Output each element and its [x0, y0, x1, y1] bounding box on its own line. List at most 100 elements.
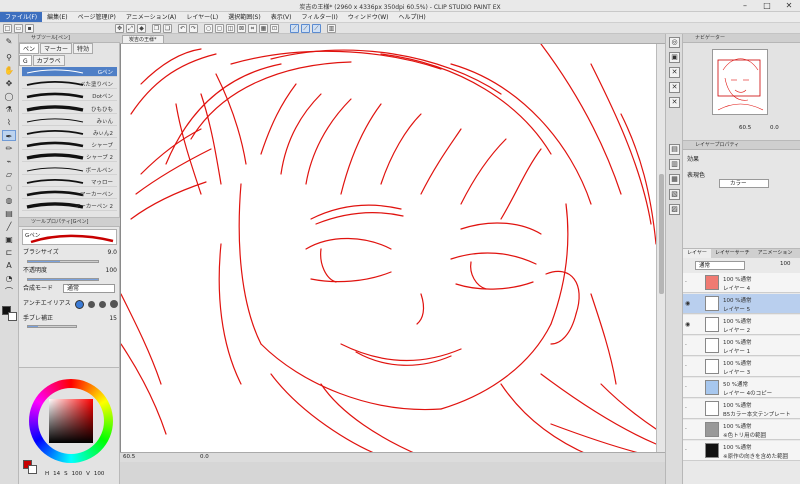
- brush-item[interactable]: シャープ 2: [22, 152, 117, 163]
- tab-g[interactable]: G: [19, 55, 32, 66]
- stabilization-slider[interactable]: [27, 325, 77, 328]
- visibility-eye-icon[interactable]: ·: [685, 448, 691, 454]
- layer-row[interactable]: ◉ 100 %通常 レイヤー 2: [683, 315, 800, 335]
- navigator-angle[interactable]: 0.0: [770, 125, 779, 131]
- tab-layer[interactable]: レイヤー: [683, 249, 711, 258]
- sub-color-swatch[interactable]: [8, 312, 17, 321]
- brush-item[interactable]: Dotペン: [22, 91, 117, 102]
- saturation-value-square[interactable]: [49, 399, 93, 443]
- menu-selection[interactable]: 選択範囲(S): [223, 12, 266, 22]
- aa-strong-option[interactable]: [110, 300, 118, 308]
- blend-select[interactable]: 通常: [63, 284, 115, 293]
- visibility-eye-icon[interactable]: ·: [685, 427, 691, 433]
- layer-row[interactable]: · 100 %通常 レイヤー 1: [683, 336, 800, 356]
- new-file-icon[interactable]: □: [3, 24, 12, 33]
- brush-item[interactable]: Gペン: [22, 67, 117, 77]
- frame-tool-icon[interactable]: ▣: [2, 234, 16, 245]
- lasso-icon[interactable]: ○: [204, 24, 213, 33]
- brush-size-value[interactable]: 9.0: [107, 248, 117, 258]
- selection-icon[interactable]: ▢: [215, 24, 224, 33]
- opacity-value[interactable]: 100: [106, 266, 117, 276]
- visibility-eye-icon[interactable]: ·: [685, 406, 691, 412]
- grid-icon[interactable]: ▦: [259, 24, 268, 33]
- stabilization-value[interactable]: 15: [109, 314, 117, 324]
- brush-item[interactable]: マゥロー: [22, 177, 117, 187]
- menu-animation[interactable]: アニメーション(A): [121, 12, 182, 22]
- brush-item[interactable]: マーカーペン 2: [22, 201, 117, 212]
- visibility-eye-icon[interactable]: ·: [685, 280, 691, 286]
- visibility-eye-icon[interactable]: ·: [685, 385, 691, 391]
- menu-window[interactable]: ウィンドウ(W): [343, 12, 394, 22]
- brush-item[interactable]: ボールペン: [22, 165, 117, 175]
- document-tab[interactable]: 炭吉の王様*: [122, 35, 164, 44]
- layer-blend-select[interactable]: 通常: [695, 261, 745, 270]
- pen-tool-icon[interactable]: ✒: [2, 130, 16, 141]
- move-icon[interactable]: ✥: [115, 24, 124, 33]
- zoom-tool-icon[interactable]: ⚲: [2, 52, 16, 63]
- layer-row[interactable]: · 100 %通常 ※原作の向きを含めた範囲: [683, 441, 800, 461]
- correct-line-tool-icon[interactable]: ⌒: [2, 286, 16, 297]
- open-file-icon[interactable]: ▭: [14, 24, 23, 33]
- history-icon[interactable]: ▦: [669, 174, 680, 185]
- material-icon[interactable]: ✕: [669, 67, 680, 78]
- balloon-tool-icon[interactable]: ◔: [2, 273, 16, 284]
- visibility-eye-icon[interactable]: ·: [685, 343, 691, 349]
- pen-tool-tab-icon[interactable]: ✎: [2, 36, 16, 47]
- layer-row[interactable]: · 100 %通常 レイヤー 3: [683, 357, 800, 377]
- material2-icon[interactable]: ✕: [669, 82, 680, 93]
- menu-view[interactable]: 表示(V): [266, 12, 297, 22]
- sub-color-chip[interactable]: [28, 465, 37, 474]
- aa-weak-option[interactable]: [88, 301, 95, 308]
- navigator-icon[interactable]: ◎: [669, 37, 680, 48]
- tab-marker[interactable]: マーカー: [40, 43, 73, 54]
- brush-item[interactable]: ひもひも: [22, 104, 117, 114]
- eyedropper-tool-icon[interactable]: ⚗: [2, 104, 16, 115]
- save-icon[interactable]: ▪: [25, 24, 34, 33]
- visibility-eye-icon[interactable]: ·: [685, 364, 691, 370]
- brush-item[interactable]: みぃん2: [22, 128, 117, 138]
- ruler-tool-icon[interactable]: ⊏: [2, 247, 16, 258]
- aa-mid-option[interactable]: [99, 301, 106, 308]
- deselect-icon[interactable]: ⊠: [237, 24, 246, 33]
- paste-icon[interactable]: ❏: [163, 24, 172, 33]
- hand-tool-icon[interactable]: ✋: [2, 65, 16, 76]
- tab-effect[interactable]: 特効: [73, 43, 94, 54]
- text-tool-icon[interactable]: A: [2, 260, 16, 271]
- opacity-slider[interactable]: [27, 278, 99, 281]
- quick-access-icon[interactable]: ▥: [669, 159, 680, 170]
- tab-animation[interactable]: アニメーション: [754, 249, 797, 258]
- airbrush-tool-icon[interactable]: ⌁: [2, 156, 16, 167]
- move-tool-icon[interactable]: ✥: [2, 78, 16, 89]
- eraser-tool-icon[interactable]: ▱: [2, 169, 16, 180]
- tab-layer-search[interactable]: レイヤーサーチ: [711, 249, 754, 258]
- redo-icon[interactable]: ↷: [189, 24, 198, 33]
- menu-filter[interactable]: フィルター(I): [297, 12, 343, 22]
- layer-row[interactable]: · 50 %通常 レイヤー 4のコピー: [683, 378, 800, 398]
- brush-item[interactable]: みぃん: [22, 116, 117, 126]
- maximize-button[interactable]: □: [756, 0, 778, 12]
- vertical-scrollbar[interactable]: [656, 44, 665, 456]
- gradient-tool-icon[interactable]: ▤: [2, 208, 16, 219]
- copy-icon[interactable]: ❐: [152, 24, 161, 33]
- drawing-canvas[interactable]: [121, 44, 656, 456]
- pattern-icon[interactable]: ▥: [327, 24, 336, 33]
- ruler-icon[interactable]: ⊡: [270, 24, 279, 33]
- tab-pen[interactable]: ペン: [19, 43, 40, 54]
- undo-icon[interactable]: ↶: [178, 24, 187, 33]
- brush-item[interactable]: マーカーペン: [22, 189, 117, 199]
- blend-tool-icon[interactable]: ◌: [2, 182, 16, 193]
- scroll-thumb[interactable]: [659, 174, 664, 294]
- expression-color-select[interactable]: カラー: [719, 179, 769, 188]
- lasso-tool-icon[interactable]: ◯: [2, 91, 16, 102]
- pencil-tool-icon[interactable]: ✏: [2, 143, 16, 154]
- layer-prop-icon[interactable]: ▤: [669, 144, 680, 155]
- tab-kabura[interactable]: カブラペ: [32, 55, 65, 66]
- brush-item[interactable]: シャープ: [22, 140, 117, 151]
- transform-icon[interactable]: ⤢: [126, 24, 135, 33]
- layer-row[interactable]: ◉ 100 %通常 レイヤー 5: [683, 294, 800, 314]
- brush-tool-icon[interactable]: ⌇: [2, 117, 16, 128]
- menu-file[interactable]: ファイル(F): [0, 12, 43, 22]
- menu-page[interactable]: ページ管理(P): [73, 12, 121, 22]
- subview-icon[interactable]: ▣: [669, 52, 680, 63]
- angle-value[interactable]: 0.0: [200, 453, 209, 462]
